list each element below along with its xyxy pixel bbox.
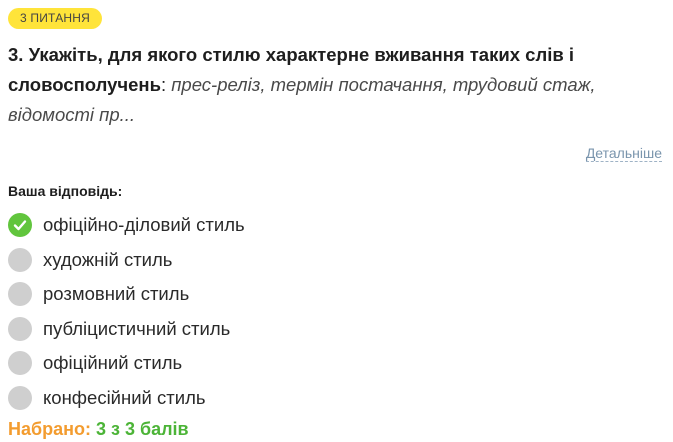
answer-option-label: розмовний стиль (43, 283, 190, 305)
score-summary: Набрано: 3 з 3 балів (8, 419, 189, 440)
question-number-badge: 3 ПИТАННЯ (8, 8, 102, 29)
answer-option: конфесійний стиль (8, 381, 245, 416)
answer-option: офіційний стиль (8, 346, 245, 381)
radio-icon (8, 247, 32, 272)
score-label: Набрано: (8, 419, 91, 439)
radio-icon (8, 351, 32, 376)
answer-option-label: офіційно-діловий стиль (43, 214, 245, 236)
answer-option: художній стиль (8, 243, 245, 278)
score-value: 3 з 3 балів (96, 419, 189, 439)
answer-options-list: офіційно-діловий стиль художній стиль ро… (8, 208, 245, 415)
answer-option: публіцистичний стиль (8, 312, 245, 347)
answer-option-label: публіцистичний стиль (43, 317, 231, 339)
radio-icon (8, 282, 32, 307)
radio-icon (8, 385, 32, 410)
your-answer-label: Ваша відповідь: (8, 183, 123, 199)
answer-option: офіційно-діловий стиль (8, 208, 245, 243)
answer-option: розмовний стиль (8, 277, 245, 312)
check-icon (8, 213, 32, 238)
answer-option-label: конфесійний стиль (43, 386, 206, 408)
question-card: 3 ПИТАННЯ 3. Укажіть, для якого стилю ха… (0, 0, 673, 442)
radio-icon (8, 316, 32, 341)
answer-option-label: художній стиль (43, 248, 173, 270)
question-separator: : (160, 74, 167, 95)
details-link[interactable]: Детальніше (585, 145, 662, 162)
question-text: 3. Укажіть, для якого стилю характерне в… (8, 40, 658, 130)
answer-option-label: офіційний стиль (43, 352, 183, 374)
